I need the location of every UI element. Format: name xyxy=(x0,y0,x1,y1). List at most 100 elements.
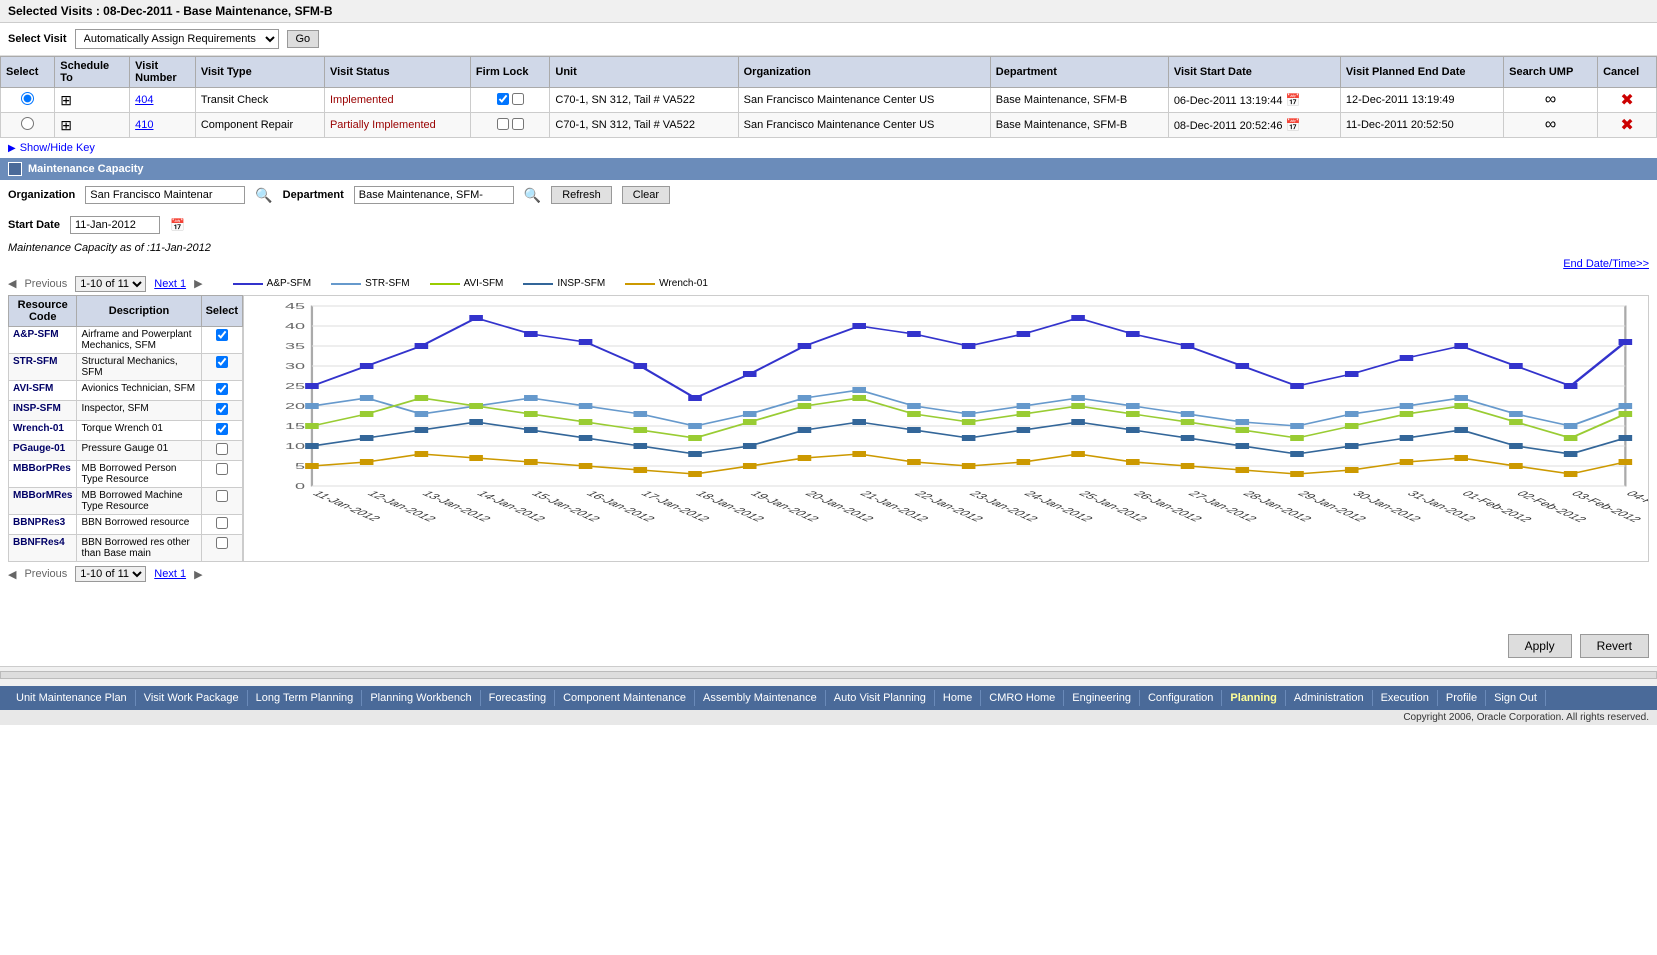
cancel-icon-1[interactable]: ✖ xyxy=(1620,117,1633,134)
visit-radio-0[interactable] xyxy=(21,92,34,105)
svg-text:15: 15 xyxy=(285,422,305,431)
firm-lock-cell[interactable] xyxy=(470,113,549,138)
nav-item-long-term-planning[interactable]: Long Term Planning xyxy=(248,690,363,706)
nav-item-planning[interactable]: Planning xyxy=(1222,690,1285,706)
next-arrow-bottom[interactable]: ▶ xyxy=(194,568,202,581)
cancel-icon-0[interactable]: ✖ xyxy=(1620,92,1633,109)
visit-type-cell: Transit Check xyxy=(195,88,324,113)
end-date-link[interactable]: End Date/Time>> xyxy=(0,256,1657,272)
previous-label-bottom[interactable]: Previous xyxy=(24,568,67,580)
nav-item-unit-maintenance-plan[interactable]: Unit Maintenance Plan xyxy=(8,690,136,706)
organization-input[interactable] xyxy=(85,186,245,204)
resource-check-2[interactable] xyxy=(216,383,228,395)
legend-label: Wrench-01 xyxy=(659,278,708,289)
col-visit-status: Visit Status xyxy=(324,57,470,88)
resource-check-9[interactable] xyxy=(216,537,228,549)
nav-item-planning-workbench[interactable]: Planning Workbench xyxy=(362,690,480,706)
expand-icon-1[interactable]: ⊞ xyxy=(60,117,72,133)
go-button[interactable]: Go xyxy=(287,30,320,48)
resource-desc-cell: Inspector, SFM xyxy=(77,401,201,421)
nav-item-administration[interactable]: Administration xyxy=(1286,690,1373,706)
unit-check-1[interactable] xyxy=(512,118,524,130)
nav-item-assembly-maintenance[interactable]: Assembly Maintenance xyxy=(695,690,826,706)
resource-check-7[interactable] xyxy=(216,490,228,502)
resource-check-4[interactable] xyxy=(216,423,228,435)
select-radio-cell[interactable] xyxy=(1,113,55,138)
nav-item-forecasting[interactable]: Forecasting xyxy=(481,690,555,706)
resource-check-5[interactable] xyxy=(216,443,228,455)
resource-check-6[interactable] xyxy=(216,463,228,475)
resource-select-cell[interactable] xyxy=(201,401,242,421)
resource-check-1[interactable] xyxy=(216,356,228,368)
show-hide-key[interactable]: Show/Hide Key xyxy=(0,138,1657,158)
firm-lock-check-1[interactable] xyxy=(497,118,509,130)
resource-row: A&P-SFM Airframe and Powerplant Mechanic… xyxy=(9,327,243,354)
resource-select-cell[interactable] xyxy=(201,421,242,441)
resource-select-cell[interactable] xyxy=(201,381,242,401)
visit-number-link-1[interactable]: 410 xyxy=(135,119,153,131)
next-link-top[interactable]: Next 1 xyxy=(154,278,186,290)
org-search-icon[interactable]: 🔍 xyxy=(255,187,272,204)
visit-start-date-cell: 06-Dec-2011 13:19:44 📅 xyxy=(1168,88,1340,113)
resource-select-cell[interactable] xyxy=(201,461,242,488)
start-cal-icon-0[interactable]: 📅 xyxy=(1286,93,1301,107)
nav-item-component-maintenance[interactable]: Component Maintenance xyxy=(555,690,695,706)
department-input[interactable] xyxy=(354,186,514,204)
visit-number-cell[interactable]: 410 xyxy=(130,113,196,138)
resource-select-cell[interactable] xyxy=(201,488,242,515)
nav-item-sign-out[interactable]: Sign Out xyxy=(1486,690,1546,706)
resource-check-8[interactable] xyxy=(216,517,228,529)
start-date-input[interactable] xyxy=(70,216,160,234)
search-ump-icon-0[interactable]: ∞ xyxy=(1545,91,1556,108)
refresh-button[interactable]: Refresh xyxy=(551,186,612,204)
nav-item-auto-visit-planning[interactable]: Auto Visit Planning xyxy=(826,690,935,706)
firm-lock-cell[interactable] xyxy=(470,88,549,113)
resource-check-3[interactable] xyxy=(216,403,228,415)
scrollbar[interactable] xyxy=(0,671,1657,679)
clear-button[interactable]: Clear xyxy=(622,186,670,204)
nav-item-configuration[interactable]: Configuration xyxy=(1140,690,1222,706)
resource-select-cell[interactable] xyxy=(201,535,242,562)
nav-item-visit-work-package[interactable]: Visit Work Package xyxy=(136,690,248,706)
nav-item-execution[interactable]: Execution xyxy=(1373,690,1438,706)
visit-number-link-0[interactable]: 404 xyxy=(135,94,153,106)
nav-item-home[interactable]: Home xyxy=(935,690,981,706)
cancel-cell[interactable]: ✖ xyxy=(1598,88,1657,113)
resource-select-cell[interactable] xyxy=(201,354,242,381)
revert-button[interactable]: Revert xyxy=(1580,634,1649,658)
next-arrow-top[interactable]: ▶ xyxy=(194,277,202,290)
prev-arrow-top[interactable]: ◀ xyxy=(8,277,16,290)
pagination-range-top[interactable]: 1-10 of 11 xyxy=(75,276,146,292)
firm-lock-check-0[interactable] xyxy=(497,93,509,105)
resource-select-cell[interactable] xyxy=(201,515,242,535)
search-ump-icon-1[interactable]: ∞ xyxy=(1545,116,1556,133)
resource-code-cell: PGauge-01 xyxy=(9,441,77,461)
resource-code-cell: AVI-SFM xyxy=(9,381,77,401)
search-ump-cell[interactable]: ∞ xyxy=(1504,88,1598,113)
unit-check-0[interactable] xyxy=(512,93,524,105)
apply-button[interactable]: Apply xyxy=(1508,634,1572,658)
schedule-to-cell: ⊞ xyxy=(55,88,130,113)
resource-select-cell[interactable] xyxy=(201,441,242,461)
resource-select-cell[interactable] xyxy=(201,327,242,354)
select-radio-cell[interactable] xyxy=(1,88,55,113)
organization-cell: San Francisco Maintenance Center US xyxy=(738,88,990,113)
section-icon xyxy=(8,162,22,176)
calendar-icon[interactable]: 📅 xyxy=(170,218,185,232)
nav-item-cmro-home[interactable]: CMRO Home xyxy=(981,690,1064,706)
nav-item-profile[interactable]: Profile xyxy=(1438,690,1486,706)
previous-label-top[interactable]: Previous xyxy=(24,278,67,290)
dept-search-icon[interactable]: 🔍 xyxy=(524,187,541,204)
visit-radio-1[interactable] xyxy=(21,117,34,130)
next-link-bottom[interactable]: Next 1 xyxy=(154,568,186,580)
pagination-range-bottom[interactable]: 1-10 of 11 xyxy=(75,566,146,582)
expand-icon-0[interactable]: ⊞ xyxy=(60,92,72,108)
search-ump-cell[interactable]: ∞ xyxy=(1504,113,1598,138)
start-cal-icon-1[interactable]: 📅 xyxy=(1286,118,1301,132)
resource-check-0[interactable] xyxy=(216,329,228,341)
nav-item-engineering[interactable]: Engineering xyxy=(1064,690,1140,706)
cancel-cell[interactable]: ✖ xyxy=(1598,113,1657,138)
visit-number-cell[interactable]: 404 xyxy=(130,88,196,113)
select-visit-dropdown[interactable]: Automatically Assign Requirements xyxy=(75,29,279,49)
prev-arrow-bottom[interactable]: ◀ xyxy=(8,568,16,581)
